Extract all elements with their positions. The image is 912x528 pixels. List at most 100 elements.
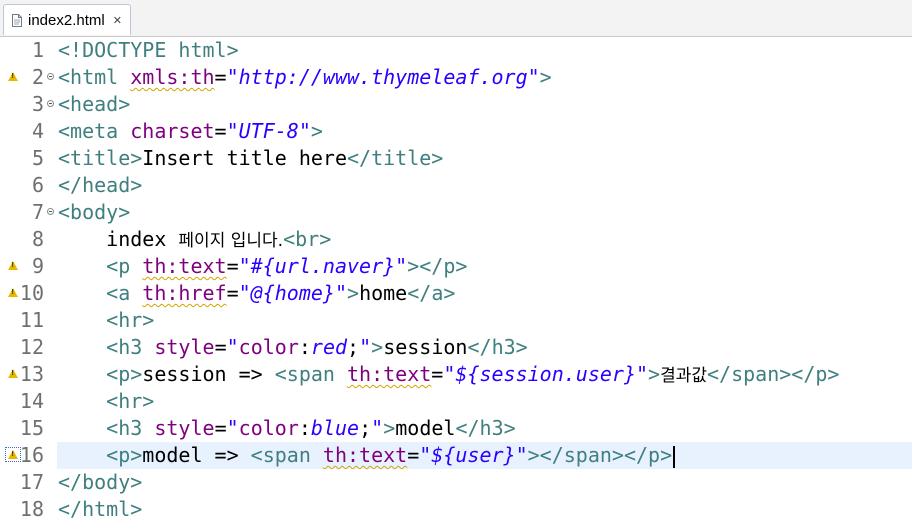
code-line[interactable]: 18 </html> — [0, 496, 912, 523]
code-line[interactable]: 1 <!DOCTYPE html> — [0, 37, 912, 64]
code-line[interactable]: 17 </body> — [0, 469, 912, 496]
code-token: <html — [58, 65, 131, 89]
code-line[interactable]: 7 <body> — [0, 199, 912, 226]
code-text: <p>model => <span th:text="${user}"></sp… — [58, 442, 676, 469]
warning-icon[interactable] — [8, 261, 18, 270]
line-number: 7 — [31, 200, 44, 224]
code-token: </head> — [58, 173, 143, 197]
code-token: <meta — [58, 119, 131, 143]
code-line[interactable]: 15 <h3 style="color:blue;">model</h3> — [0, 415, 912, 442]
code-text: <p th:text="#{url.naver}"></p> — [58, 253, 467, 280]
code-line[interactable]: 4 <meta charset="UTF-8"> — [0, 118, 912, 145]
code-token: > — [383, 416, 396, 440]
code-token: "@{home}" — [238, 281, 348, 305]
line-gutter: 4 — [0, 118, 57, 145]
code-token: 결과값 — [660, 366, 708, 386]
code-text: <title>Insert title here</title> — [58, 145, 443, 172]
code-token: <p> — [106, 443, 143, 467]
code-line[interactable]: 9 <p th:text="#{url.naver}"></p> — [0, 253, 912, 280]
line-number: 15 — [19, 416, 44, 440]
line-gutter: 1 — [0, 37, 57, 64]
code-token: style — [154, 416, 215, 440]
code-text: </head> — [58, 172, 142, 199]
code-token: red — [310, 335, 348, 359]
code-token: <p> — [106, 362, 143, 386]
code-token: > — [539, 65, 552, 89]
fold-toggle-icon[interactable] — [47, 100, 54, 107]
line-number: 3 — [31, 92, 44, 116]
code-token: "#{url.naver}" — [238, 254, 408, 278]
code-text: <html xmls:th="http://www.thymeleaf.org"… — [58, 64, 552, 91]
code-token: <head> — [58, 92, 131, 116]
code-line[interactable]: 10 <a th:href="@{home}">home</a> — [0, 280, 912, 307]
code-token: <title> — [58, 146, 143, 170]
code-token: charset — [130, 119, 215, 143]
code-text: <head> — [58, 91, 130, 118]
code-line[interactable]: 2 <html xmls:th="http://www.thymeleaf.org… — [0, 64, 912, 91]
warning-icon[interactable] — [5, 447, 21, 462]
warning-icon[interactable] — [8, 72, 18, 81]
line-gutter: 15 — [0, 415, 57, 442]
code-token: index — [58, 227, 179, 251]
line-number: 10 — [19, 281, 44, 305]
line-number: 4 — [31, 119, 44, 143]
line-number: 13 — [19, 362, 44, 386]
warning-icon[interactable] — [8, 288, 18, 297]
code-token: > — [648, 362, 661, 386]
code-text: <p>session => <span th:text="${session.u… — [58, 361, 839, 390]
code-token: = — [214, 416, 227, 440]
code-editor[interactable]: 1<!DOCTYPE html>2<html xmls:th="http://w… — [0, 37, 912, 528]
code-line[interactable]: 3 <head> — [0, 91, 912, 118]
code-text: index 페이지 입니다.<br> — [58, 226, 331, 255]
line-gutter: 8 — [0, 226, 57, 253]
line-gutter: 10 — [0, 280, 57, 307]
code-line[interactable]: 11 <hr> — [0, 307, 912, 334]
html-file-icon — [12, 13, 22, 27]
text-caret — [673, 445, 676, 468]
code-token: <br> — [283, 227, 332, 251]
code-token: th:text — [347, 362, 432, 386]
code-line[interactable]: 6 </head> — [0, 172, 912, 199]
code-token: > — [371, 335, 384, 359]
line-gutter: 2 — [0, 64, 57, 91]
code-line[interactable]: 13 <p>session => <span th:text="${sessio… — [0, 361, 912, 388]
code-text: <!DOCTYPE html> — [58, 37, 239, 64]
code-token: style — [154, 335, 215, 359]
code-token: </h3> — [467, 335, 528, 359]
code-token: = — [214, 119, 227, 143]
code-token: ; — [347, 335, 360, 359]
fold-toggle-icon[interactable] — [47, 73, 54, 80]
line-number: 5 — [31, 146, 44, 170]
code-line[interactable]: 5 <title>Insert title here</title> — [0, 145, 912, 172]
code-token: </html> — [58, 497, 143, 521]
fold-toggle-icon[interactable] — [47, 208, 54, 215]
tab-index2-html[interactable]: index2.html ✕ — [3, 4, 131, 35]
code-token: = — [214, 335, 227, 359]
code-token: = — [226, 281, 239, 305]
tab-title: index2.html — [28, 11, 105, 29]
line-number: 2 — [31, 65, 44, 89]
line-gutter: 18 — [0, 496, 57, 523]
close-icon[interactable]: ✕ — [113, 14, 122, 27]
line-number: 6 — [31, 173, 44, 197]
code-token: "UTF-8" — [226, 119, 311, 143]
code-token: = — [407, 443, 420, 467]
line-number: 14 — [19, 389, 44, 413]
code-token: <span — [250, 443, 323, 467]
code-token: "http://www.thymeleaf.org" — [226, 65, 540, 89]
line-number: 16 — [19, 443, 44, 467]
line-number: 9 — [31, 254, 44, 278]
line-gutter: 17 — [0, 469, 57, 496]
warning-icon[interactable] — [8, 369, 18, 378]
code-token: " — [226, 335, 239, 359]
line-number: 18 — [19, 497, 44, 521]
code-token: <hr> — [106, 308, 155, 332]
code-line[interactable]: 16 <p>model => <span th:text="${user}"><… — [0, 442, 912, 469]
code-line[interactable]: 8 index 페이지 입니다.<br> — [0, 226, 912, 253]
line-number: 11 — [19, 308, 44, 332]
code-line[interactable]: 12 <h3 style="color:red;">session</h3> — [0, 334, 912, 361]
code-line[interactable]: 14 <hr> — [0, 388, 912, 415]
